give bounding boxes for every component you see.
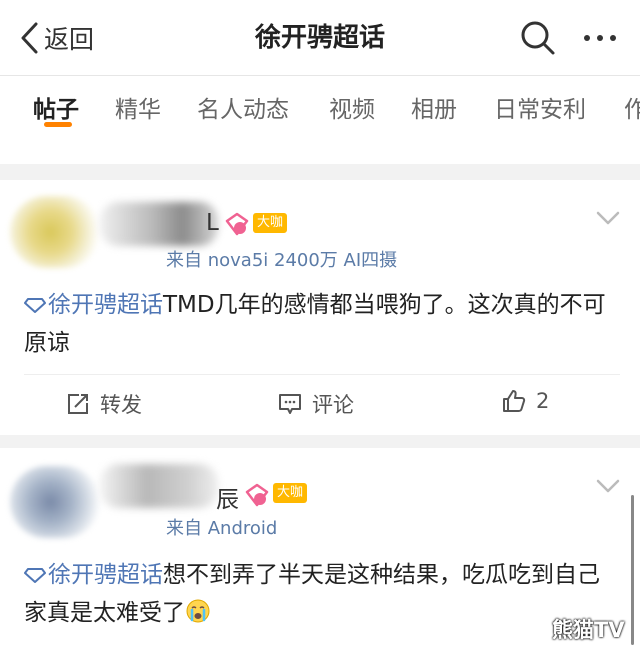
post-text: 徐开骋超话TMD几年的感情都当喂狗了。这次真的不可原谅 bbox=[24, 286, 620, 362]
topic-link[interactable]: 徐开骋超话 bbox=[24, 292, 163, 318]
super-topic-icon bbox=[24, 298, 46, 313]
tab-celebrity-updates[interactable]: 名人动态 bbox=[197, 94, 289, 126]
fan-level-icon bbox=[245, 483, 269, 507]
topic-link[interactable]: 徐开骋超话 bbox=[24, 562, 163, 588]
topic-label[interactable]: 徐开骋超话 bbox=[48, 292, 163, 318]
post-card[interactable]: L 大咖 来自 nova5i 2400万 AI四摄 徐开骋超话TMD几年的感情都… bbox=[0, 180, 640, 435]
chevron-down-icon[interactable] bbox=[596, 210, 620, 226]
topic-label[interactable]: 徐开骋超话 bbox=[48, 562, 163, 588]
tab-works[interactable]: 作 bbox=[624, 94, 640, 126]
username-blurred[interactable] bbox=[100, 202, 218, 246]
comment-icon bbox=[279, 394, 301, 414]
tab-daily-recommend[interactable]: 日常安利 bbox=[494, 94, 586, 126]
username-tail[interactable]: 辰 bbox=[216, 480, 239, 514]
super-topic-icon bbox=[24, 568, 46, 583]
fan-level-icon bbox=[225, 212, 249, 236]
comment-label: 评论 bbox=[312, 393, 354, 417]
post-text: 徐开骋超话想不到弄了半天是这种结果，吃瓜吃到自己家真是太难受了 bbox=[24, 556, 620, 632]
like-button[interactable]: 2 bbox=[502, 389, 549, 413]
search-icon[interactable] bbox=[518, 18, 558, 58]
username-tail[interactable]: L bbox=[206, 210, 219, 236]
post-source: 来自 nova5i 2400万 AI四摄 bbox=[166, 250, 398, 271]
crying-emoji-icon bbox=[186, 599, 210, 623]
vip-badge: 大咖 bbox=[273, 483, 308, 503]
like-count: 2 bbox=[536, 389, 550, 413]
chevron-down-icon[interactable] bbox=[596, 478, 620, 494]
post-card[interactable]: 辰 大咖 来自 Android 徐开骋超话想不到弄了半天是这种结果，吃瓜吃到自己… bbox=[0, 448, 640, 653]
avatar[interactable] bbox=[10, 196, 100, 268]
tab-albums[interactable]: 相册 bbox=[411, 94, 457, 126]
avatar[interactable] bbox=[10, 466, 100, 538]
tab-videos[interactable]: 视频 bbox=[329, 94, 375, 126]
vip-badge: 大咖 bbox=[253, 213, 288, 233]
watermark: 熊猫TV bbox=[552, 618, 625, 642]
share-icon bbox=[68, 394, 88, 414]
scrollbar[interactable] bbox=[631, 495, 634, 645]
repost-button[interactable]: 转发 bbox=[66, 389, 142, 419]
username-blurred[interactable] bbox=[100, 464, 218, 508]
repost-label: 转发 bbox=[100, 393, 142, 417]
tab-featured[interactable]: 精华 bbox=[115, 94, 161, 126]
comment-button[interactable]: 评论 bbox=[278, 389, 354, 419]
post-actions: 转发 评论 2 bbox=[24, 374, 620, 434]
tab-bar: 帖子 精华 名人动态 视频 相册 日常安利 作 bbox=[0, 76, 640, 146]
more-icon[interactable] bbox=[578, 18, 622, 58]
post-source: 来自 Android bbox=[166, 518, 278, 539]
thumbs-up-icon bbox=[503, 390, 526, 412]
divider bbox=[0, 146, 640, 164]
active-tab-indicator bbox=[44, 122, 72, 127]
top-bar: 返回 徐开骋超话 bbox=[0, 0, 640, 76]
